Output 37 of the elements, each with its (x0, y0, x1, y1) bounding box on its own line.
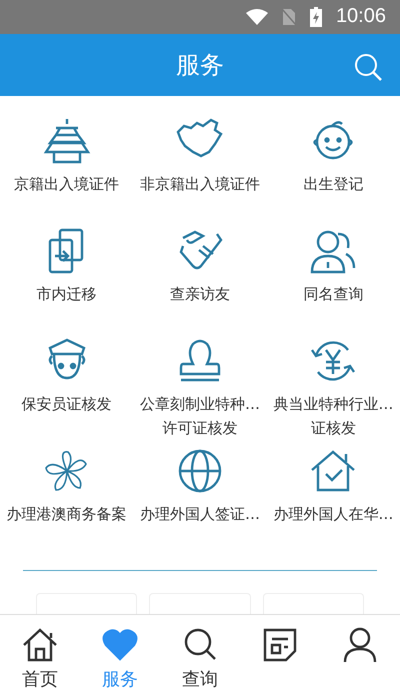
home-icon (22, 627, 58, 664)
service-label: 出生登记 (303, 174, 364, 196)
service-tile[interactable]: 查亲访友 (133, 228, 267, 338)
service-tile[interactable]: 办理港澳商务备案 (0, 448, 134, 558)
service-label: 公章刻制业特种… 许可证核发 (140, 394, 260, 440)
service-label: 市内迁移 (36, 284, 97, 306)
battery-icon (310, 6, 322, 27)
document-icon (262, 627, 298, 664)
service-tile[interactable]: 公章刻制业特种… 许可证核发 (133, 338, 267, 448)
service-label: 典当业特种行业… 证核发 (273, 394, 394, 440)
wifi-icon (246, 8, 268, 25)
service-label: 办理外国人在华… (273, 504, 394, 526)
service-tile[interactable]: 市内迁移 (0, 228, 134, 338)
service-tile[interactable]: 非京籍出入境证件 (133, 118, 267, 228)
service-label: 同名查询 (303, 284, 364, 306)
nav-tab[interactable]: 查询 (160, 615, 240, 700)
service-label: 办理外国人签证… (140, 504, 260, 526)
service-tile[interactable]: 典当业特种行业… 证核发 (266, 338, 400, 448)
service-label: 查亲访友 (170, 284, 230, 306)
service-label: 非京籍出入境证件 (140, 174, 260, 196)
search-icon[interactable] (354, 52, 382, 81)
status-time: 10:06 (336, 5, 386, 28)
nav-tab[interactable]: 首页 (0, 615, 80, 700)
page-title: 服务 (176, 50, 224, 82)
service-tile[interactable]: 办理外国人签证… (133, 448, 267, 558)
person-icon (342, 627, 378, 664)
service-tile[interactable]: 办理外国人在华… (266, 448, 400, 558)
heart-icon (102, 627, 138, 664)
service-label: 保安员证核发 (22, 394, 112, 416)
no-sim-icon (282, 8, 296, 26)
service-label: 京籍出入境证件 (14, 174, 120, 196)
service-tile[interactable]: 京籍出入境证件 (0, 118, 134, 228)
service-tile[interactable]: 保安员证核发 (0, 338, 134, 448)
temple-icon (42, 118, 92, 164)
service-label: 办理港澳商务备案 (6, 504, 127, 526)
service-tile[interactable]: 出生登记 (266, 118, 400, 228)
service-tile[interactable]: 同名查询 (266, 228, 400, 338)
